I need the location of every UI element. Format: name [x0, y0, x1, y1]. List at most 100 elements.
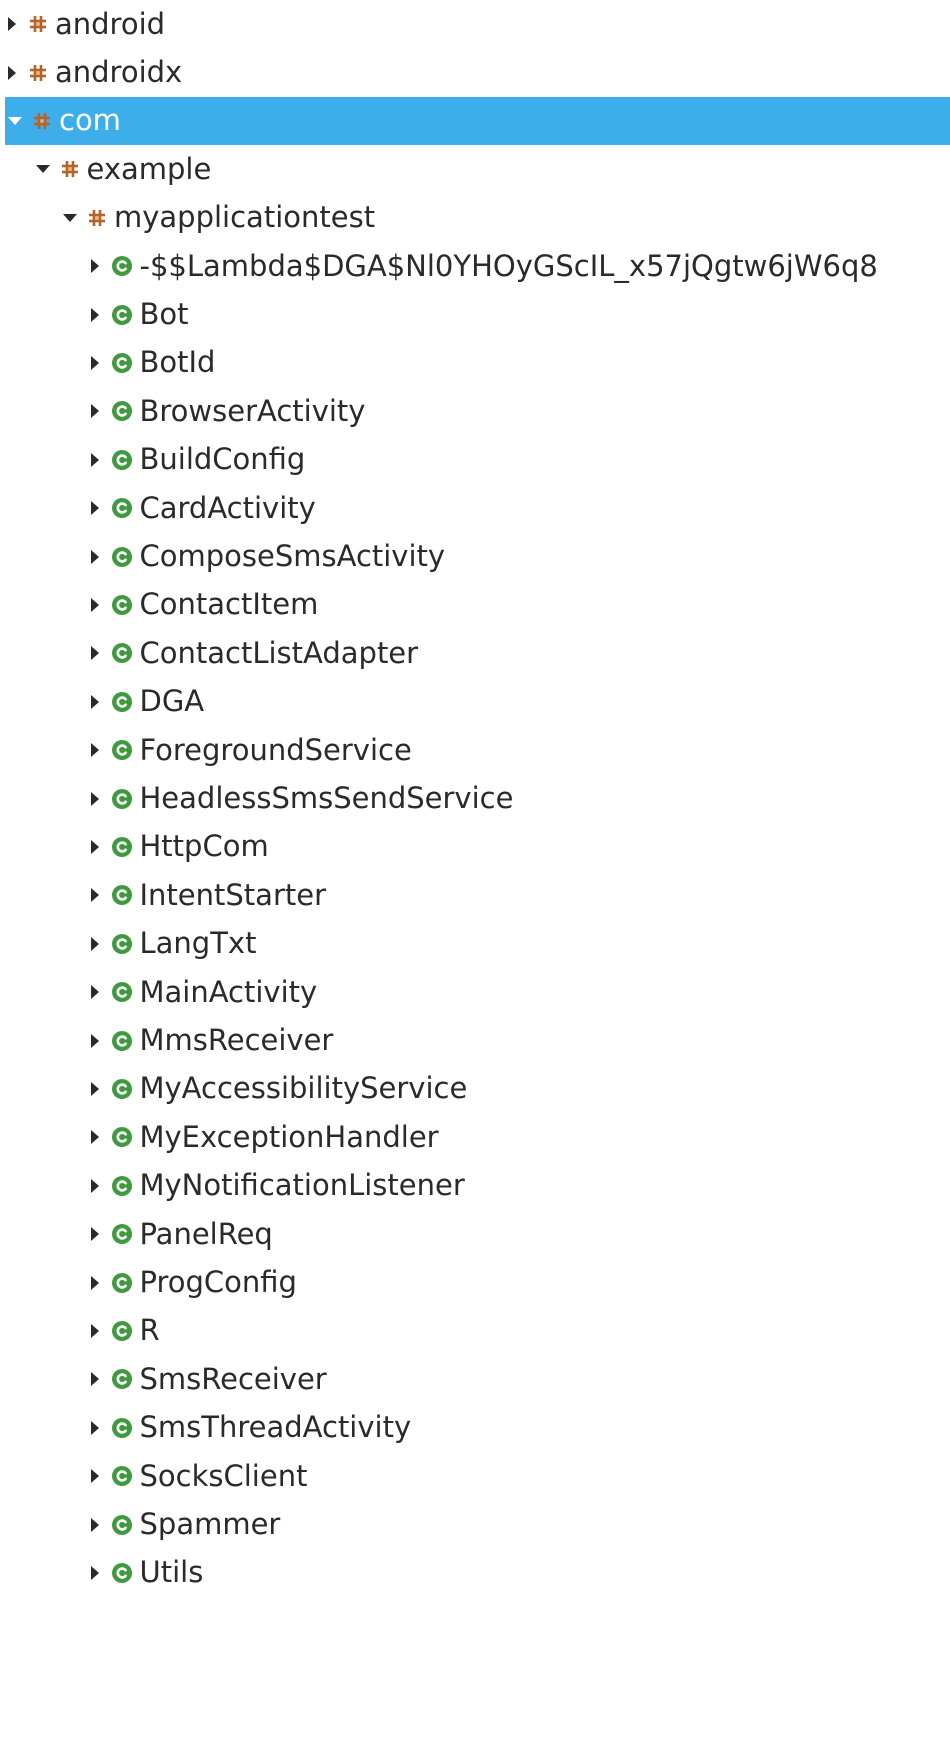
- tree-item-label: SocksClient: [139, 1458, 308, 1493]
- chevron-right-icon[interactable]: [8, 65, 16, 80]
- tree-class-row[interactable]: HttpCom: [5, 823, 950, 871]
- chevron-right-icon[interactable]: [90, 1372, 99, 1387]
- package-icon: [30, 64, 46, 81]
- tree-package-row[interactable]: android: [5, 0, 950, 48]
- tree-item-label: Spammer: [139, 1507, 281, 1542]
- tree-class-row[interactable]: BrowserActivity: [5, 387, 950, 435]
- chevron-right-icon[interactable]: [90, 549, 99, 564]
- class-icon: [111, 982, 132, 1003]
- chevron-right-icon[interactable]: [90, 452, 99, 467]
- chevron-right-icon[interactable]: [90, 1565, 99, 1580]
- tree-package-row[interactable]: com: [5, 96, 950, 146]
- chevron-right-icon[interactable]: [90, 1081, 99, 1096]
- chevron-down-icon[interactable]: [63, 213, 77, 222]
- tree-class-row[interactable]: Bot: [5, 290, 950, 338]
- tree-class-row[interactable]: SmsThreadActivity: [5, 1404, 950, 1452]
- chevron-down-icon[interactable]: [8, 116, 22, 125]
- tree-class-row[interactable]: HeadlessSmsSendService: [5, 774, 950, 822]
- tree-class-row[interactable]: MyNotificationListener: [5, 1162, 950, 1210]
- class-icon: [111, 1078, 132, 1099]
- tree-item-label: HttpCom: [139, 829, 269, 864]
- tree-class-row[interactable]: ContactItem: [5, 581, 950, 629]
- tree-class-row[interactable]: Utils: [5, 1549, 950, 1597]
- tree-item-label: MainActivity: [139, 974, 318, 1009]
- tree-class-row[interactable]: SocksClient: [5, 1452, 950, 1500]
- tree-class-row[interactable]: SmsReceiver: [5, 1355, 950, 1403]
- tree-class-row[interactable]: PanelReq: [5, 1210, 950, 1258]
- chevron-right-icon[interactable]: [90, 839, 99, 854]
- tree-item-label: BrowserActivity: [139, 393, 366, 428]
- tree-item-label: ForegroundService: [139, 732, 412, 767]
- chevron-down-icon[interactable]: [35, 165, 50, 174]
- tree-class-row[interactable]: -$$Lambda$DGA$Nl0YHOyGScIL_x57jQgtw6jW6q…: [5, 242, 950, 290]
- tree-item-label: myapplicationtest: [114, 200, 376, 235]
- tree-class-row[interactable]: MainActivity: [5, 968, 950, 1016]
- tree-class-row[interactable]: ComposeSmsActivity: [5, 532, 950, 580]
- chevron-right-icon[interactable]: [90, 1033, 99, 1048]
- class-icon: [111, 1030, 132, 1051]
- chevron-right-icon[interactable]: [90, 259, 99, 274]
- chevron-right-icon[interactable]: [90, 1130, 99, 1145]
- tree-class-row[interactable]: ProgConfig: [5, 1258, 950, 1306]
- tree-class-row[interactable]: R: [5, 1307, 950, 1355]
- class-icon: [111, 1514, 132, 1535]
- tree-item-label: MyExceptionHandler: [139, 1119, 439, 1154]
- tree-item-label: SmsReceiver: [139, 1361, 327, 1396]
- tree-item-label: HeadlessSmsSendService: [139, 781, 514, 816]
- class-icon: [111, 498, 132, 519]
- tree-class-row[interactable]: Spammer: [5, 1500, 950, 1548]
- tree-item-label: DGA: [139, 684, 205, 719]
- package-tree[interactable]: android androidx com example myapplicationte…: [0, 0, 950, 1743]
- chevron-right-icon[interactable]: [90, 501, 99, 516]
- chevron-right-icon[interactable]: [90, 1227, 99, 1242]
- chevron-right-icon[interactable]: [90, 888, 99, 903]
- tree-class-row[interactable]: ContactListAdapter: [5, 629, 950, 677]
- chevron-right-icon[interactable]: [90, 1323, 99, 1338]
- chevron-right-icon[interactable]: [90, 936, 99, 951]
- tree-class-row[interactable]: MmsReceiver: [5, 1016, 950, 1064]
- tree-item-label: com: [59, 103, 121, 138]
- chevron-right-icon[interactable]: [90, 1178, 99, 1193]
- chevron-right-icon[interactable]: [90, 355, 99, 370]
- chevron-right-icon[interactable]: [90, 791, 99, 806]
- chevron-right-icon[interactable]: [90, 404, 99, 419]
- class-icon: [111, 740, 132, 761]
- chevron-right-icon[interactable]: [8, 17, 16, 32]
- tree-class-row[interactable]: LangTxt: [5, 920, 950, 968]
- tree-package-row[interactable]: androidx: [5, 48, 950, 96]
- package-icon: [30, 16, 46, 33]
- tree-item-label: MmsReceiver: [139, 1023, 334, 1058]
- tree-class-row[interactable]: IntentStarter: [5, 871, 950, 919]
- chevron-right-icon[interactable]: [90, 1275, 99, 1290]
- tree-item-label: -$$Lambda$DGA$Nl0YHOyGScIL_x57jQgtw6jW6q…: [139, 248, 878, 283]
- tree-item-label: LangTxt: [139, 926, 257, 961]
- tree-item-label: IntentStarter: [139, 877, 327, 912]
- tree-item-label: PanelReq: [139, 1216, 273, 1251]
- tree-package-row[interactable]: myapplicationtest: [5, 194, 950, 242]
- chevron-right-icon[interactable]: [90, 646, 99, 661]
- tree-item-label: android: [55, 6, 166, 41]
- tree-class-row[interactable]: MyAccessibilityService: [5, 1065, 950, 1113]
- tree-item-label: example: [86, 151, 212, 186]
- class-icon: [111, 401, 132, 422]
- tree-class-row[interactable]: ForegroundService: [5, 726, 950, 774]
- chevron-right-icon[interactable]: [90, 1517, 99, 1532]
- class-icon: [111, 1224, 132, 1245]
- chevron-right-icon[interactable]: [90, 743, 99, 758]
- class-icon: [111, 1272, 132, 1293]
- tree-class-row[interactable]: BotId: [5, 339, 950, 387]
- tree-class-row[interactable]: DGA: [5, 678, 950, 726]
- chevron-right-icon[interactable]: [90, 985, 99, 1000]
- chevron-right-icon[interactable]: [90, 1420, 99, 1435]
- chevron-right-icon[interactable]: [90, 597, 99, 612]
- tree-class-row[interactable]: BuildConfig: [5, 436, 950, 484]
- tree-item-label: ProgConfig: [139, 1265, 297, 1300]
- tree-package-row[interactable]: example: [5, 145, 950, 193]
- tree-class-row[interactable]: MyExceptionHandler: [5, 1113, 950, 1161]
- chevron-right-icon[interactable]: [90, 1469, 99, 1484]
- package-icon: [34, 112, 50, 129]
- tree-item-label: MyAccessibilityService: [139, 1071, 468, 1106]
- chevron-right-icon[interactable]: [90, 307, 99, 322]
- tree-class-row[interactable]: CardActivity: [5, 484, 950, 532]
- chevron-right-icon[interactable]: [90, 694, 99, 709]
